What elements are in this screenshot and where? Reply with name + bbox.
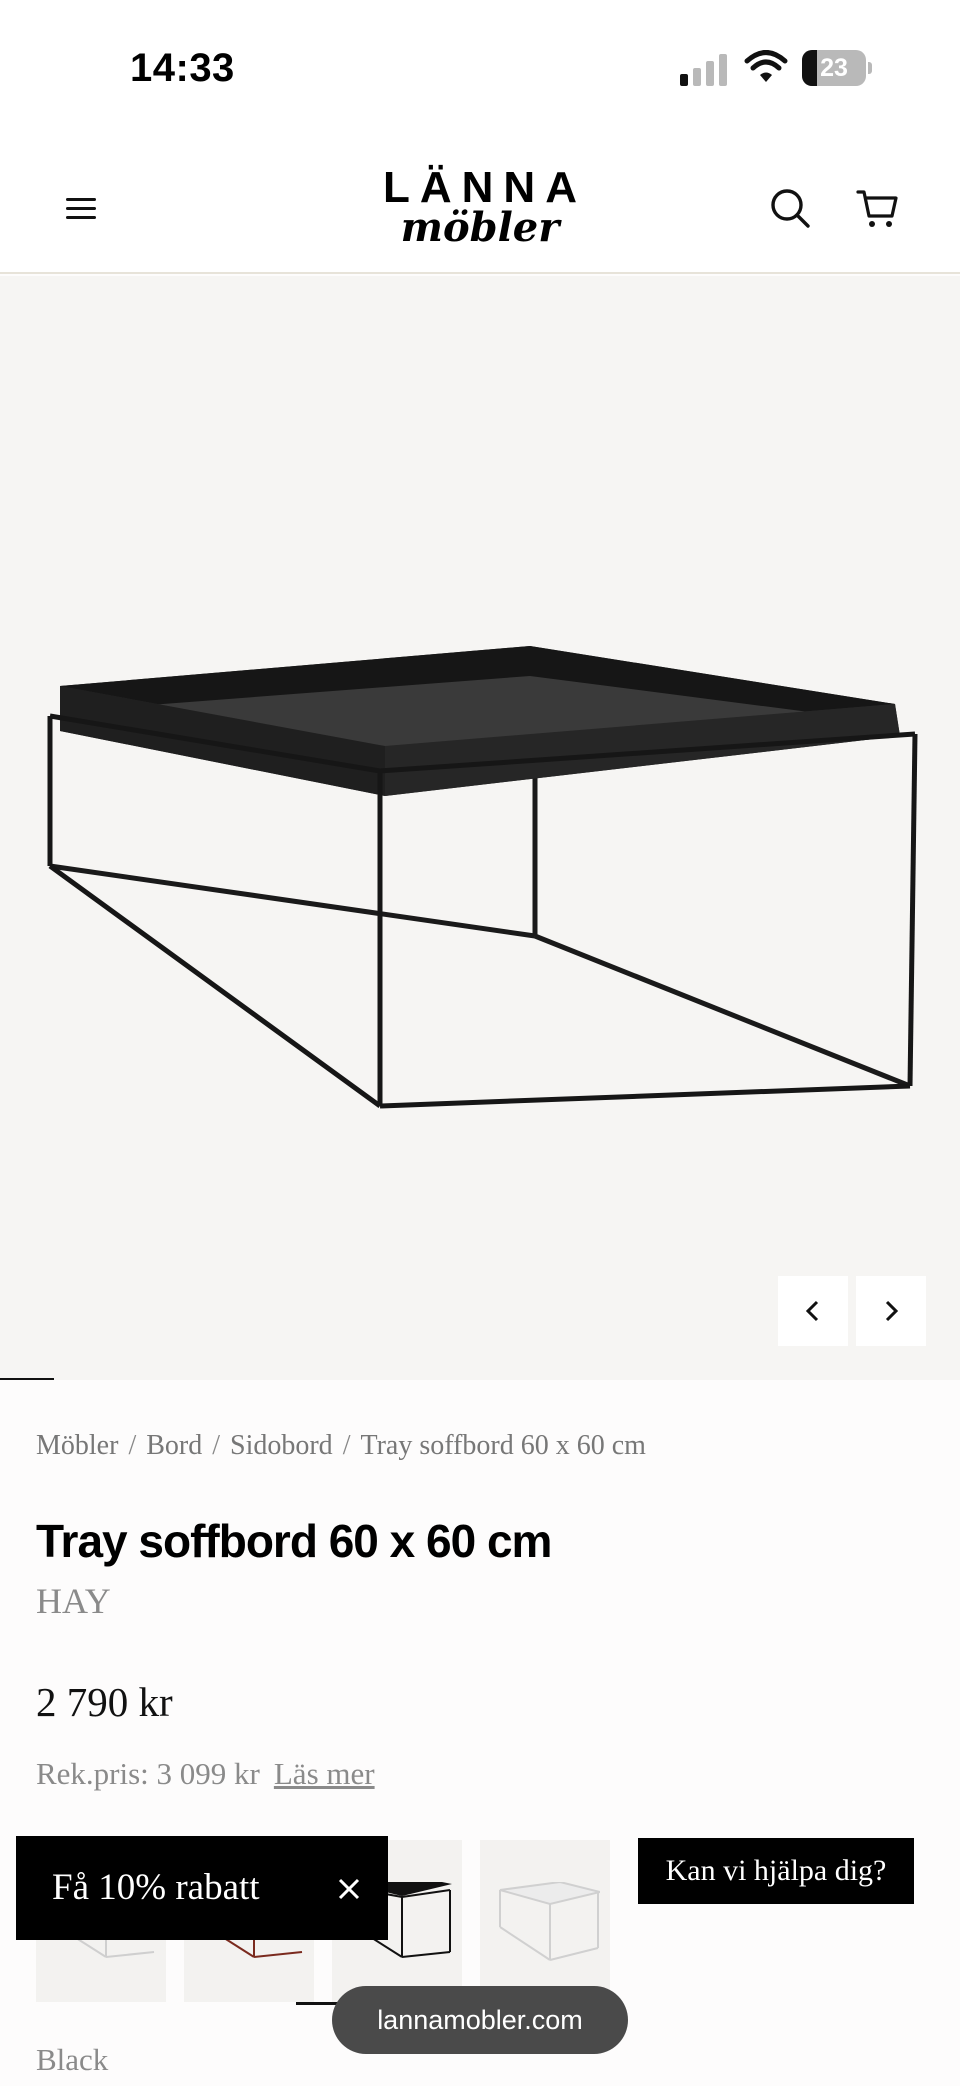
- wifi-icon: [744, 50, 788, 82]
- battery-icon: 23: [802, 50, 872, 86]
- breadcrumb-item[interactable]: Sidobord: [230, 1430, 333, 1461]
- recommended-price-text: Rek.pris: 3 099 kr: [36, 1756, 260, 1791]
- signal-icon: [680, 54, 727, 86]
- close-icon[interactable]: [334, 1874, 364, 1904]
- breadcrumb: Möbler / Bord / Sidobord / Tray soffbord 60 x …: [36, 1430, 646, 1462]
- gallery-prev-button[interactable]: [778, 1276, 848, 1346]
- breadcrumb-separator: /: [128, 1430, 137, 1461]
- swatch-light[interactable]: [480, 1840, 610, 2002]
- recommended-price: Rek.pris: 3 099 kr Läs mer: [36, 1756, 375, 1792]
- status-time: 14:33: [130, 46, 235, 90]
- breadcrumb-item[interactable]: Bord: [146, 1430, 202, 1461]
- site-header: LÄNNA möbler: [0, 140, 960, 274]
- product-price: 2 790 kr: [36, 1679, 173, 1725]
- status-bar: 14:33 23: [0, 0, 960, 140]
- product-image: [47, 646, 918, 1109]
- chevron-right-icon: [885, 1300, 899, 1322]
- read-more-link[interactable]: Läs mer: [274, 1756, 375, 1791]
- cart-icon[interactable]: [856, 186, 900, 230]
- chevron-left-icon: [805, 1300, 819, 1322]
- help-chat-button[interactable]: Kan vi hjälpa dig?: [638, 1838, 914, 1904]
- breadcrumb-separator: /: [342, 1430, 351, 1461]
- promo-text: Få 10% rabatt: [52, 1867, 260, 1908]
- battery-level: 23: [820, 54, 848, 82]
- product-gallery[interactable]: [0, 276, 960, 1380]
- product-title: Tray soffbord 60 x 60 cm: [36, 1515, 552, 1567]
- gallery-next-button[interactable]: [856, 1276, 926, 1346]
- browser-url-pill[interactable]: lannamobler.com: [332, 1986, 628, 2054]
- breadcrumb-separator: /: [212, 1430, 220, 1461]
- selected-color-label: Black: [36, 2042, 109, 2077]
- gallery-progress-indicator: [0, 1378, 54, 1380]
- menu-icon[interactable]: [62, 192, 102, 226]
- site-logo[interactable]: LÄNNA möbler: [330, 166, 630, 250]
- discount-promo-banner[interactable]: Få 10% rabatt: [16, 1836, 388, 1940]
- product-brand[interactable]: HAY: [36, 1580, 111, 1622]
- breadcrumb-current: Tray soffbord 60 x 60 cm: [360, 1430, 646, 1461]
- logo-bottom-text: möbler: [400, 204, 560, 251]
- breadcrumb-item[interactable]: Möbler: [36, 1430, 118, 1461]
- search-icon[interactable]: [768, 186, 812, 230]
